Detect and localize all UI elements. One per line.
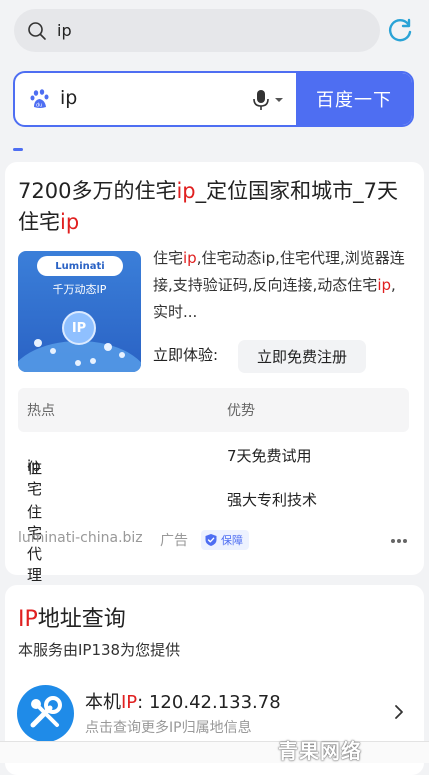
table-cell: 强大专利技术 <box>227 491 318 509</box>
guarantee-label: 保障 <box>221 534 243 547</box>
cell-highlight: ip <box>27 457 41 475</box>
watermark-text: 青果网络 <box>278 739 362 763</box>
table-header-cell: 热点 <box>27 403 55 419</box>
ip-value: 120.42.133.78 <box>148 692 281 713</box>
thumbnail-slogan: 千万动态IP <box>52 283 107 296</box>
table-cell: 7天免费试用 <box>227 447 312 465</box>
address-bar[interactable]: ip <box>14 9 380 52</box>
guarantee-badge[interactable]: 保障 <box>201 530 249 550</box>
more-options-icon[interactable] <box>390 538 408 544</box>
microphone-icon[interactable] <box>251 88 287 112</box>
table-header: 热点 优势 <box>18 388 409 432</box>
table-row[interactable]: 住宅 ip 7天免费试用 <box>18 433 409 498</box>
ip-label-colon: : <box>137 692 144 713</box>
baidu-search-box[interactable]: du ip 百度一下 <box>13 71 414 127</box>
address-query: ip <box>57 21 72 40</box>
baidu-paw-icon: du <box>30 89 49 109</box>
chevron-right-icon[interactable] <box>394 704 404 720</box>
title-text: 7200多万的住宅 <box>18 179 177 203</box>
desc-text: 住宅 <box>153 249 184 267</box>
register-button[interactable]: 立即免费注册 <box>238 340 366 373</box>
baidu-search-button[interactable]: 百度一下 <box>296 73 412 125</box>
bottom-toolbar <box>0 741 429 763</box>
address-bar-area: ip <box>0 0 429 62</box>
title-highlight: ip <box>60 210 80 234</box>
wrench-tools-icon <box>17 685 74 742</box>
luminati-logo: Luminati <box>37 256 123 276</box>
ip-lookup-provider: 本服务由IP138为您提供 <box>18 641 181 659</box>
table-header-cell: 优势 <box>227 403 255 419</box>
result-description: 住宅ip,住宅动态ip,住宅代理,浏览器连接,支持验证码,反向连接,动态住宅ip… <box>153 245 408 326</box>
search-icon <box>28 21 46 40</box>
ip-label-highlight: IP <box>121 692 138 713</box>
ip-hint: 点击查询更多IP归属地信息 <box>85 720 252 736</box>
ad-label: 广告 <box>160 533 188 549</box>
svg-text:du: du <box>36 103 42 109</box>
source-domain[interactable]: luminati-china.biz <box>18 530 143 546</box>
result-title-link[interactable]: 7200多万的住宅ip_定位国家和城市_7天住宅ip <box>18 176 413 238</box>
desc-highlight: ip <box>183 249 197 267</box>
features-table: 热点 优势 住宅 ip 7天免费试用 住宅代理 强大专利技术 <box>18 388 409 584</box>
title-text: 地址查询 <box>37 607 126 632</box>
try-label: 立即体验: <box>153 346 219 364</box>
ad-result-card: 7200多万的住宅ip_定位国家和城市_7天住宅ip Luminati 千万动态… <box>5 162 424 584</box>
desc-highlight: ip <box>377 276 392 294</box>
shield-check-icon <box>205 534 217 546</box>
table-row[interactable]: 住宅代理 强大专利技术 <box>18 477 409 584</box>
result-thumbnail[interactable]: Luminati 千万动态IP IP <box>18 251 141 372</box>
title-highlight: ip <box>176 179 196 203</box>
ip-badge: IP <box>62 311 96 345</box>
tab-indicator <box>13 148 23 151</box>
title-highlight: IP <box>18 607 38 632</box>
refresh-icon[interactable] <box>386 16 414 44</box>
ip-lookup-title[interactable]: IP地址查询 <box>18 601 126 633</box>
ip-label: 本机 <box>85 692 121 713</box>
search-input[interactable]: ip <box>60 87 77 109</box>
local-ip-line[interactable]: 本机IP: 120.42.133.78 <box>85 688 281 714</box>
